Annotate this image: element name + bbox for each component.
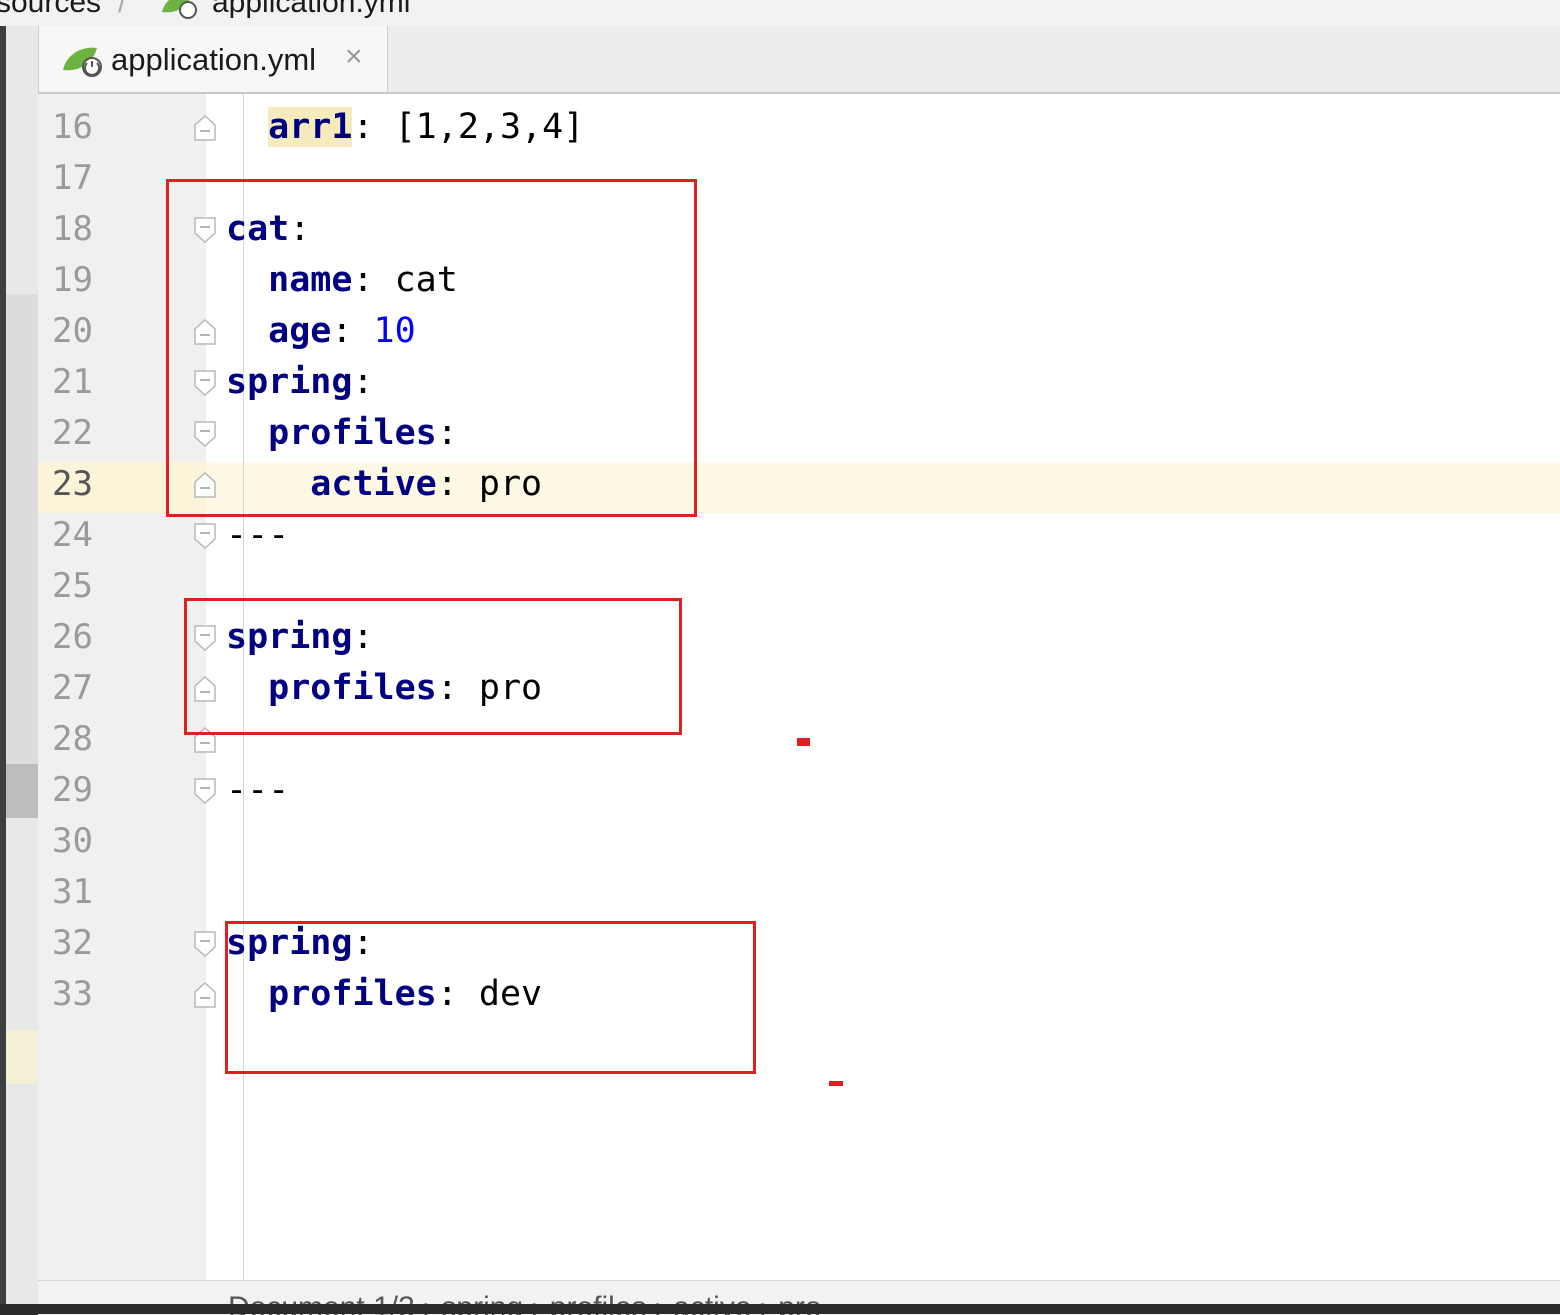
close-icon[interactable]: ×: [345, 40, 363, 74]
spring-yaml-icon: [61, 44, 105, 78]
code-line[interactable]: ---: [226, 510, 289, 561]
fold-marker-icon[interactable]: [194, 114, 216, 141]
line-number[interactable]: 26: [52, 612, 132, 663]
breadcrumb-file[interactable]: application.yml: [212, 0, 410, 20]
yaml-value: ---: [226, 770, 290, 810]
yaml-value: ---: [226, 515, 290, 555]
fold-marker-icon[interactable]: [194, 931, 216, 958]
line-number[interactable]: 24: [52, 510, 132, 561]
breadcrumb: sources / application.yml: [0, 0, 1560, 27]
tab-application-yml[interactable]: application.yml ×: [38, 26, 388, 92]
line-number[interactable]: 21: [52, 357, 132, 408]
scroll-marker-current: [6, 1030, 38, 1084]
editor-side-strip: [6, 26, 38, 1314]
yaml-key: arr1: [268, 107, 353, 147]
breadcrumb-separator: /: [118, 0, 127, 19]
line-number[interactable]: 20: [52, 306, 132, 357]
line-number[interactable]: 31: [52, 867, 132, 918]
tab-label: application.yml: [111, 42, 317, 77]
annotation-box-dev-profile: [225, 921, 756, 1074]
line-number[interactable]: 32: [52, 918, 132, 969]
line-number[interactable]: 23: [52, 459, 132, 510]
line-number[interactable]: 18: [52, 204, 132, 255]
line-number[interactable]: 16: [52, 102, 132, 153]
line-number[interactable]: 17: [52, 153, 132, 204]
annotation-box-pro-profile: [184, 598, 682, 735]
scroll-marker-area: [6, 294, 38, 764]
annotation-mark: [829, 1081, 843, 1086]
line-number[interactable]: 27: [52, 663, 132, 714]
yaml-value: [1,2,3,4]: [394, 107, 585, 147]
fold-marker-icon[interactable]: [194, 778, 216, 805]
breadcrumb-parent[interactable]: sources: [0, 0, 101, 20]
line-number[interactable]: 28: [52, 714, 132, 765]
code-line[interactable]: arr1: [1,2,3,4]: [226, 102, 584, 153]
scroll-marker[interactable]: [6, 764, 38, 818]
fold-marker-icon[interactable]: [194, 981, 216, 1008]
fold-marker-icon[interactable]: [194, 523, 216, 550]
annotation-box-default-config: [166, 179, 697, 517]
yaml-separator: :: [352, 107, 395, 147]
line-number[interactable]: 29: [52, 765, 132, 816]
annotation-mark: [797, 738, 810, 746]
line-number[interactable]: 30: [52, 816, 132, 867]
line-number[interactable]: 19: [52, 255, 132, 306]
line-number[interactable]: 22: [52, 408, 132, 459]
line-number[interactable]: 25: [52, 561, 132, 612]
editor-tab-bar: application.yml ×: [38, 26, 1560, 95]
line-number[interactable]: 33: [52, 969, 132, 1020]
window-edge: [0, 1304, 1560, 1314]
code-line[interactable]: ---: [226, 765, 289, 816]
spring-yaml-icon: [160, 0, 200, 20]
